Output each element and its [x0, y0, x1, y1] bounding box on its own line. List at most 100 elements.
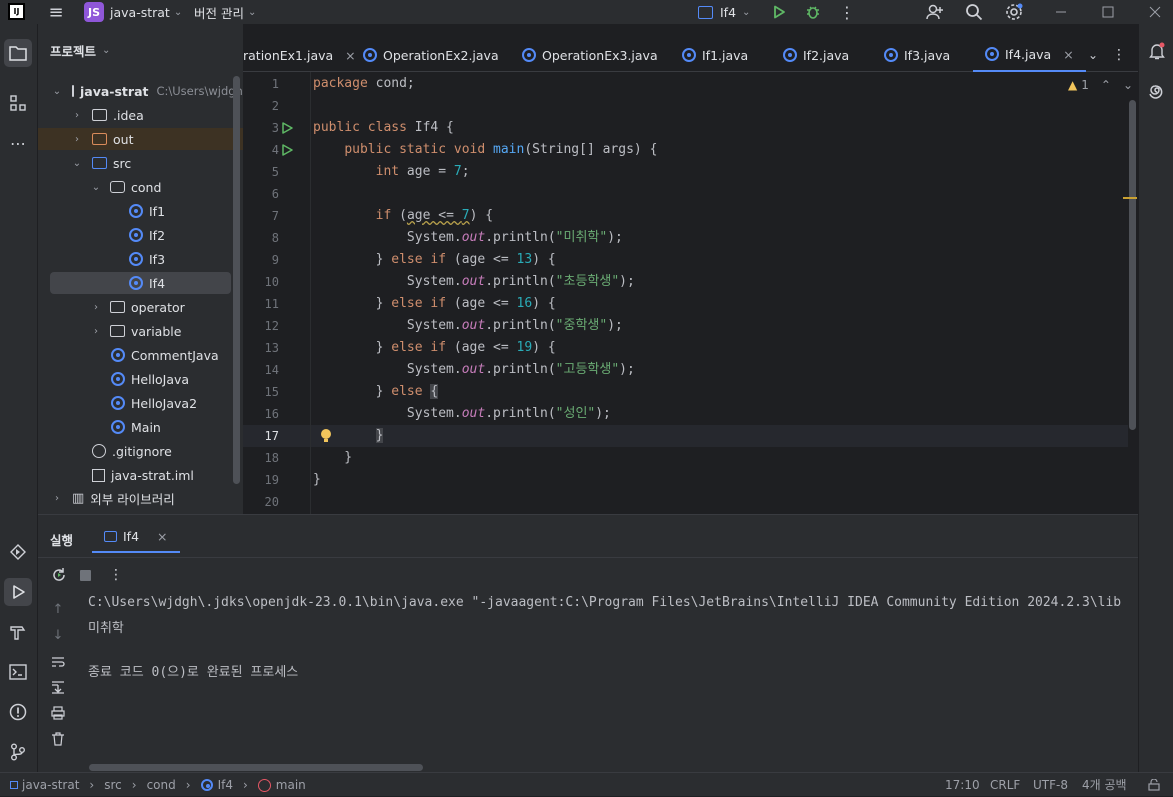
- editor-tabs: rationEx1.java × OperationEx2.java Opera…: [243, 38, 1138, 72]
- debug-icon[interactable]: [803, 2, 823, 22]
- tree-item-hellojava[interactable]: HelloJava: [38, 368, 238, 390]
- close-icon[interactable]: ×: [1063, 47, 1073, 62]
- tree-item-src[interactable]: ⌄ src: [38, 152, 238, 174]
- scroll-to-end-icon[interactable]: [48, 677, 68, 697]
- chevron-down-icon: ⌄: [102, 45, 111, 56]
- problems-icon[interactable]: [4, 698, 32, 726]
- inspection-widget[interactable]: ▲ 1 ⌃ ⌄: [1068, 78, 1133, 92]
- soft-wrap-icon[interactable]: [48, 652, 68, 672]
- tree-item-out[interactable]: › out: [38, 128, 243, 150]
- close-icon[interactable]: ×: [345, 48, 355, 63]
- project-tool-icon[interactable]: [4, 39, 32, 67]
- vcs-menu[interactable]: 버전 관리 ⌄: [194, 1, 256, 23]
- structure-tool-icon[interactable]: [4, 89, 32, 117]
- notifications-bell-icon[interactable]: [1145, 39, 1169, 63]
- tab-label: If3.java: [904, 47, 951, 63]
- maximize-icon[interactable]: [1097, 1, 1119, 23]
- line-number: 4: [271, 143, 279, 157]
- tree-item-idea[interactable]: › .idea: [38, 104, 238, 126]
- line-number: 19: [264, 473, 279, 487]
- tree-root-java-strat[interactable]: ⌄ java-strat C:\Users\wjdgh: [38, 80, 243, 102]
- more-options-icon[interactable]: ⋮: [106, 564, 126, 586]
- warning-icon: ▲: [1068, 78, 1078, 92]
- breadcrumb-item[interactable]: main: [276, 778, 306, 792]
- tree-item-if2[interactable]: If2: [38, 224, 238, 246]
- settings-gear-icon[interactable]: [1003, 1, 1025, 23]
- tab-if2[interactable]: If2.java: [783, 38, 849, 72]
- run-icon[interactable]: [769, 2, 789, 22]
- ai-assistant-spiral-icon[interactable]: [1145, 80, 1169, 104]
- project-panel-scrollbar[interactable]: [233, 76, 240, 484]
- run-config-selector[interactable]: If4 ⌄: [698, 1, 750, 23]
- rerun-icon[interactable]: [48, 564, 70, 586]
- java-class-icon: [111, 372, 125, 386]
- tree-item-cond[interactable]: ⌄ cond: [38, 176, 238, 198]
- project-switcher[interactable]: JS java-strat ⌄: [84, 1, 182, 23]
- file-encoding[interactable]: UTF-8: [1033, 773, 1068, 797]
- lock-icon[interactable]: [1146, 777, 1162, 793]
- indent-setting[interactable]: 4개 공백: [1082, 773, 1127, 797]
- run-tool-icon[interactable]: [4, 578, 32, 606]
- run-gutter-icon[interactable]: [279, 142, 295, 158]
- close-icon[interactable]: [1144, 1, 1166, 23]
- caret-position[interactable]: 17:10: [945, 773, 980, 797]
- tree-item-operator[interactable]: › operator: [38, 296, 238, 318]
- line-number: 12: [264, 319, 279, 333]
- breadcrumb-item[interactable]: If4: [218, 778, 233, 792]
- tab-if4-active[interactable]: If4.java ×: [973, 38, 1086, 72]
- tree-item-if4-selected[interactable]: If4: [50, 272, 231, 294]
- main-menu-icon[interactable]: ≡: [46, 2, 66, 23]
- tab-operationex1[interactable]: rationEx1.java ×: [243, 38, 356, 72]
- tree-item-gitignore[interactable]: .gitignore: [38, 440, 238, 462]
- chevron-up-icon[interactable]: ⌃: [1101, 78, 1111, 92]
- tree-item-iml[interactable]: java-strat.iml: [38, 464, 238, 486]
- tab-if3[interactable]: If3.java: [884, 38, 950, 72]
- tree-item-variable[interactable]: › variable: [38, 320, 238, 342]
- search-icon[interactable]: [963, 1, 985, 23]
- java-class-icon: [111, 348, 125, 362]
- tab-operationex2[interactable]: OperationEx2.java: [363, 38, 499, 72]
- line-separator[interactable]: CRLF: [990, 773, 1020, 797]
- tree-item-if1[interactable]: If1: [38, 200, 238, 222]
- breadcrumb-item[interactable]: src: [104, 778, 122, 792]
- minimize-icon[interactable]: [1050, 1, 1072, 23]
- git-icon[interactable]: [4, 738, 32, 766]
- scroll-down-arrow-icon[interactable]: ↓: [48, 625, 68, 645]
- run-tab-if4[interactable]: If4 ×: [92, 521, 180, 553]
- build-hammer-icon[interactable]: [4, 618, 32, 646]
- tab-if1[interactable]: If1.java: [682, 38, 748, 72]
- tabs-more-icon[interactable]: ⋮: [1109, 45, 1129, 65]
- code-editor[interactable]: 1 2 3 4 5 6 7 8 9 10 11 12 13 14 15 16 1…: [243, 72, 1138, 514]
- console-horizontal-scrollbar[interactable]: [89, 764, 423, 771]
- scroll-up-arrow-icon[interactable]: ↑: [48, 599, 68, 619]
- tree-item-main[interactable]: Main: [38, 416, 238, 438]
- breadcrumb-item[interactable]: cond: [147, 778, 176, 792]
- tree-item-external-libraries[interactable]: › ▥ 외부 라이브러리: [38, 487, 238, 509]
- tree-item-label: java-strat.iml: [111, 467, 194, 483]
- line-number: 11: [264, 297, 279, 311]
- run-gutter-icon[interactable]: [279, 120, 295, 136]
- chevron-down-icon[interactable]: ⌄: [1123, 78, 1133, 92]
- tree-item-label: If2: [149, 227, 166, 243]
- tree-item-if3[interactable]: If3: [38, 248, 238, 270]
- tab-operationex3[interactable]: OperationEx3.java: [522, 38, 658, 72]
- java-class-icon: [522, 48, 536, 62]
- tabs-dropdown-chevron-icon[interactable]: ⌄: [1083, 45, 1103, 65]
- console-output[interactable]: C:\Users\wjdgh\.jdks\openjdk-23.0.1\bin\…: [88, 591, 1138, 761]
- add-user-icon[interactable]: [924, 1, 946, 23]
- services-icon[interactable]: [4, 538, 32, 566]
- app-logo-icon[interactable]: IJ: [8, 3, 25, 20]
- more-tools-icon[interactable]: ⋯: [4, 129, 32, 157]
- warning-marker[interactable]: [1123, 197, 1137, 199]
- breadcrumb-item[interactable]: java-strat: [22, 778, 79, 792]
- print-icon[interactable]: [48, 703, 68, 723]
- project-panel-header[interactable]: 프로젝트 ⌄: [50, 41, 110, 60]
- more-actions-icon[interactable]: ⋮: [838, 2, 856, 22]
- stop-icon[interactable]: [74, 564, 96, 586]
- editor-scrollbar[interactable]: [1129, 100, 1136, 430]
- tree-item-hellojava2[interactable]: HelloJava2: [38, 392, 238, 414]
- close-icon[interactable]: ×: [157, 529, 167, 544]
- tree-item-commentjava[interactable]: CommentJava: [38, 344, 238, 366]
- trash-icon[interactable]: [48, 729, 68, 749]
- terminal-icon[interactable]: [4, 658, 32, 686]
